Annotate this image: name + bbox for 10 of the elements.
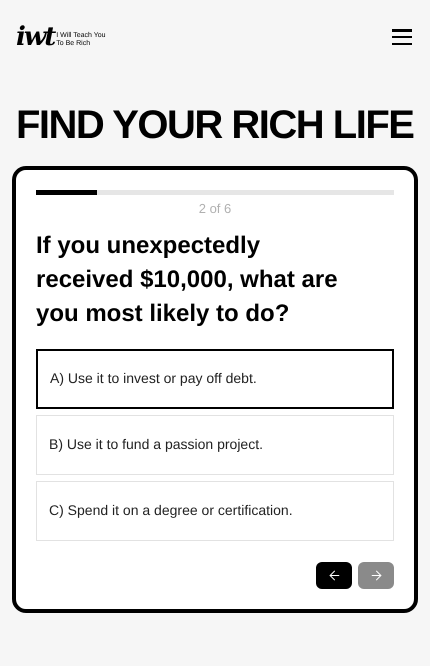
menu-icon[interactable]	[392, 29, 412, 45]
question-counter: 2 of 6	[198, 200, 232, 218]
page-heading: FIND YOUR RICH LIFE	[16, 102, 414, 148]
right-arrow-icon	[368, 568, 384, 582]
answer-option[interactable]: A) Use it to invest or pay off debt.	[36, 348, 394, 408]
back-button[interactable]	[316, 562, 352, 588]
logo-mark: iwt	[16, 24, 54, 50]
answer-option[interactable]: B) Use it to fund a passion project.	[36, 414, 394, 474]
question-text: If you unexpectedly received $10,000, what are you most likely to do?	[36, 230, 339, 328]
answer-option[interactable]: C) Spend it on a degree or certification.	[36, 480, 394, 540]
